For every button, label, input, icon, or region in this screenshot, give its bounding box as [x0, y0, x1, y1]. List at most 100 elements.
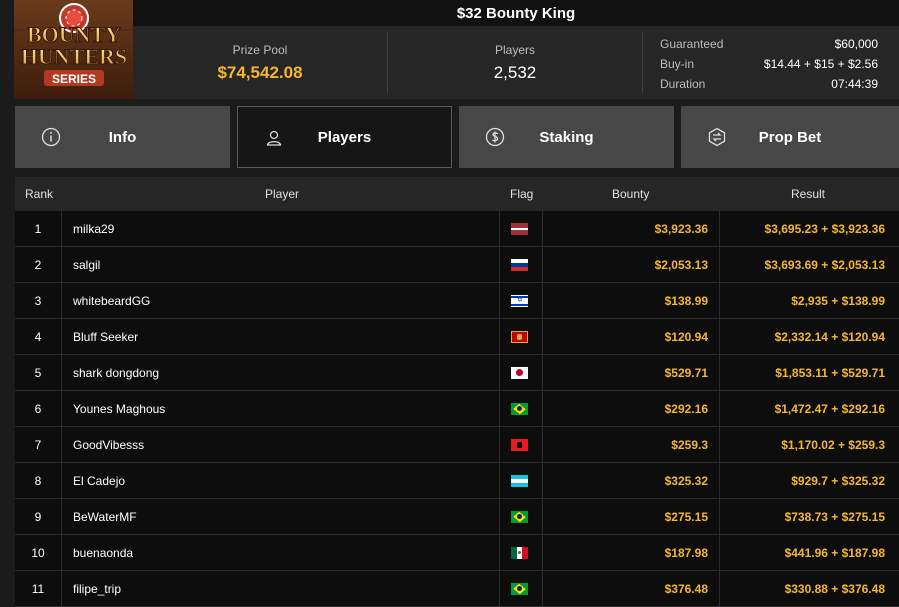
- result-cell: $1,170.02 + $259.3: [781, 437, 885, 452]
- cell-divider: [719, 463, 720, 498]
- honduras-flag-icon: [511, 474, 528, 487]
- cell-divider: [542, 283, 543, 318]
- cell-divider: [61, 319, 62, 354]
- players-count-label: Players: [494, 42, 535, 57]
- brazil-flag-icon: [511, 582, 528, 595]
- player-name-cell[interactable]: El Cadejo: [73, 463, 125, 498]
- players-table-body: 1 milka29 $3,923.36 $3,695.23 + $3,923.36 2 s…: [15, 211, 899, 607]
- bounty-cell: $529.71: [664, 365, 708, 380]
- cell-divider: [542, 319, 543, 354]
- result-cell: $929.7 + $325.32: [791, 473, 885, 488]
- result-cell: $1,853.11 + $529.71: [775, 365, 885, 380]
- table-row: 4 Bluff Seeker $120.94 $2,332.14 + $120.94: [15, 319, 899, 355]
- bounty-cell: $376.48: [664, 581, 708, 596]
- player-name-cell[interactable]: milka29: [73, 211, 114, 246]
- cell-divider: [499, 211, 500, 246]
- cell-divider: [61, 463, 62, 498]
- cell-divider: [499, 319, 500, 354]
- info-icon: [41, 127, 61, 147]
- flag-cell: [511, 319, 528, 354]
- latvia-flag-icon: [511, 222, 528, 235]
- cell-divider: [542, 427, 543, 462]
- player-name-cell[interactable]: whitebeardGG: [73, 283, 150, 318]
- japan-flag-icon: [511, 366, 528, 379]
- bounty-cell: $325.32: [664, 473, 708, 488]
- rank-cell: 3: [34, 293, 42, 308]
- player-name-cell[interactable]: Bluff Seeker: [73, 319, 138, 354]
- brazil-flag-icon: [511, 402, 528, 415]
- result-cell: $441.96 + $187.98: [784, 545, 885, 560]
- cell-divider: [499, 247, 500, 282]
- rank-cell: 2: [34, 257, 42, 272]
- player-name-cell[interactable]: GoodVibesss: [73, 427, 144, 462]
- cell-divider: [499, 571, 500, 606]
- result-cell: $1,472.47 + $292.16: [774, 401, 885, 416]
- cell-divider: [61, 355, 62, 390]
- table-row: 6 Younes Maghous $292.16 $1,472.47 + $292.1…: [15, 391, 899, 427]
- tournament-title-bar: $32 Bounty King: [133, 0, 899, 26]
- header-result: Result: [791, 187, 826, 201]
- rank-cell: 9: [34, 509, 42, 524]
- bounty-cell: $259.3: [671, 437, 708, 452]
- guaranteed-label: Guaranteed: [660, 37, 724, 51]
- rank-cell: 6: [34, 401, 42, 416]
- player-name-cell[interactable]: Younes Maghous: [73, 391, 165, 426]
- tournament-title: $32 Bounty King: [456, 4, 576, 22]
- player-name-cell[interactable]: BeWaterMF: [73, 499, 137, 534]
- cell-divider: [61, 499, 62, 534]
- bounty-cell: $275.15: [664, 509, 708, 524]
- cell-divider: [719, 571, 720, 606]
- duration-row: Duration 07:44:39: [660, 74, 878, 94]
- player-name-cell[interactable]: filipe_trip: [73, 571, 121, 606]
- player-name-cell[interactable]: buenaonda: [73, 535, 133, 570]
- tab-players[interactable]: Players: [237, 106, 452, 168]
- flag-cell: [511, 391, 528, 426]
- cell-divider: [542, 535, 543, 570]
- rank-cell: 10: [31, 545, 45, 560]
- bounty-cell: $120.94: [664, 329, 708, 344]
- rank-cell: 5: [34, 365, 42, 380]
- players-table-header: Rank Player Flag Bounty Result: [15, 177, 899, 211]
- logo-line-2: HUNTERS: [21, 44, 127, 69]
- cell-divider: [61, 571, 62, 606]
- cell-divider: [499, 391, 500, 426]
- guaranteed-value: $60,000: [834, 37, 878, 51]
- cell-divider: [719, 355, 720, 390]
- stats-divider: [642, 32, 643, 93]
- tab-info[interactable]: Info: [15, 106, 230, 168]
- albania-flag-icon: [511, 438, 528, 451]
- header-bounty: Bounty: [612, 187, 650, 201]
- result-cell: $330.88 + $376.48: [784, 581, 885, 596]
- russia-flag-icon: [511, 258, 528, 271]
- tab-prop-bet[interactable]: Prop Bet: [681, 106, 899, 168]
- tournament-details: Guaranteed $60,000 Buy-in $14.44 + $15 +…: [660, 34, 878, 94]
- players-stat: Players 2,532: [388, 26, 642, 99]
- cell-divider: [499, 463, 500, 498]
- cell-divider: [542, 499, 543, 534]
- table-row: 10 buenaonda $187.98 $441.96 + $187.98: [15, 535, 899, 571]
- user-icon: [266, 130, 282, 146]
- buyin-value: $14.44 + $15 + $2.56: [763, 57, 878, 71]
- flag-cell: [511, 427, 528, 462]
- tab-staking[interactable]: Staking: [459, 106, 674, 168]
- table-row: 2 salgil $2,053.13 $3,693.69 + $2,053.13: [15, 247, 899, 283]
- table-row: 11 filipe_trip $376.48 $330.88 + $376.48: [15, 571, 899, 607]
- bounty-cell: $2,053.13: [654, 257, 708, 272]
- buyin-label: Buy-in: [660, 57, 695, 71]
- cell-divider: [542, 355, 543, 390]
- cell-divider: [499, 535, 500, 570]
- cell-divider: [61, 211, 62, 246]
- rank-cell: 11: [31, 581, 45, 596]
- flag-cell: [511, 463, 528, 498]
- israel-flag-icon: ✡: [511, 294, 528, 307]
- flag-cell: [511, 535, 528, 570]
- result-cell: $2,935 + $138.99: [791, 293, 885, 308]
- flag-cell: ✡: [511, 283, 528, 318]
- player-name-cell[interactable]: salgil: [73, 247, 100, 282]
- cell-divider: [719, 319, 720, 354]
- rank-cell: 1: [34, 221, 42, 236]
- players-count-value: 2,532: [493, 62, 537, 82]
- flag-cell: [511, 571, 528, 606]
- player-name-cell[interactable]: shark dongdong: [73, 355, 159, 390]
- prize-pool-stat: Prize Pool $74,542.08: [133, 26, 387, 99]
